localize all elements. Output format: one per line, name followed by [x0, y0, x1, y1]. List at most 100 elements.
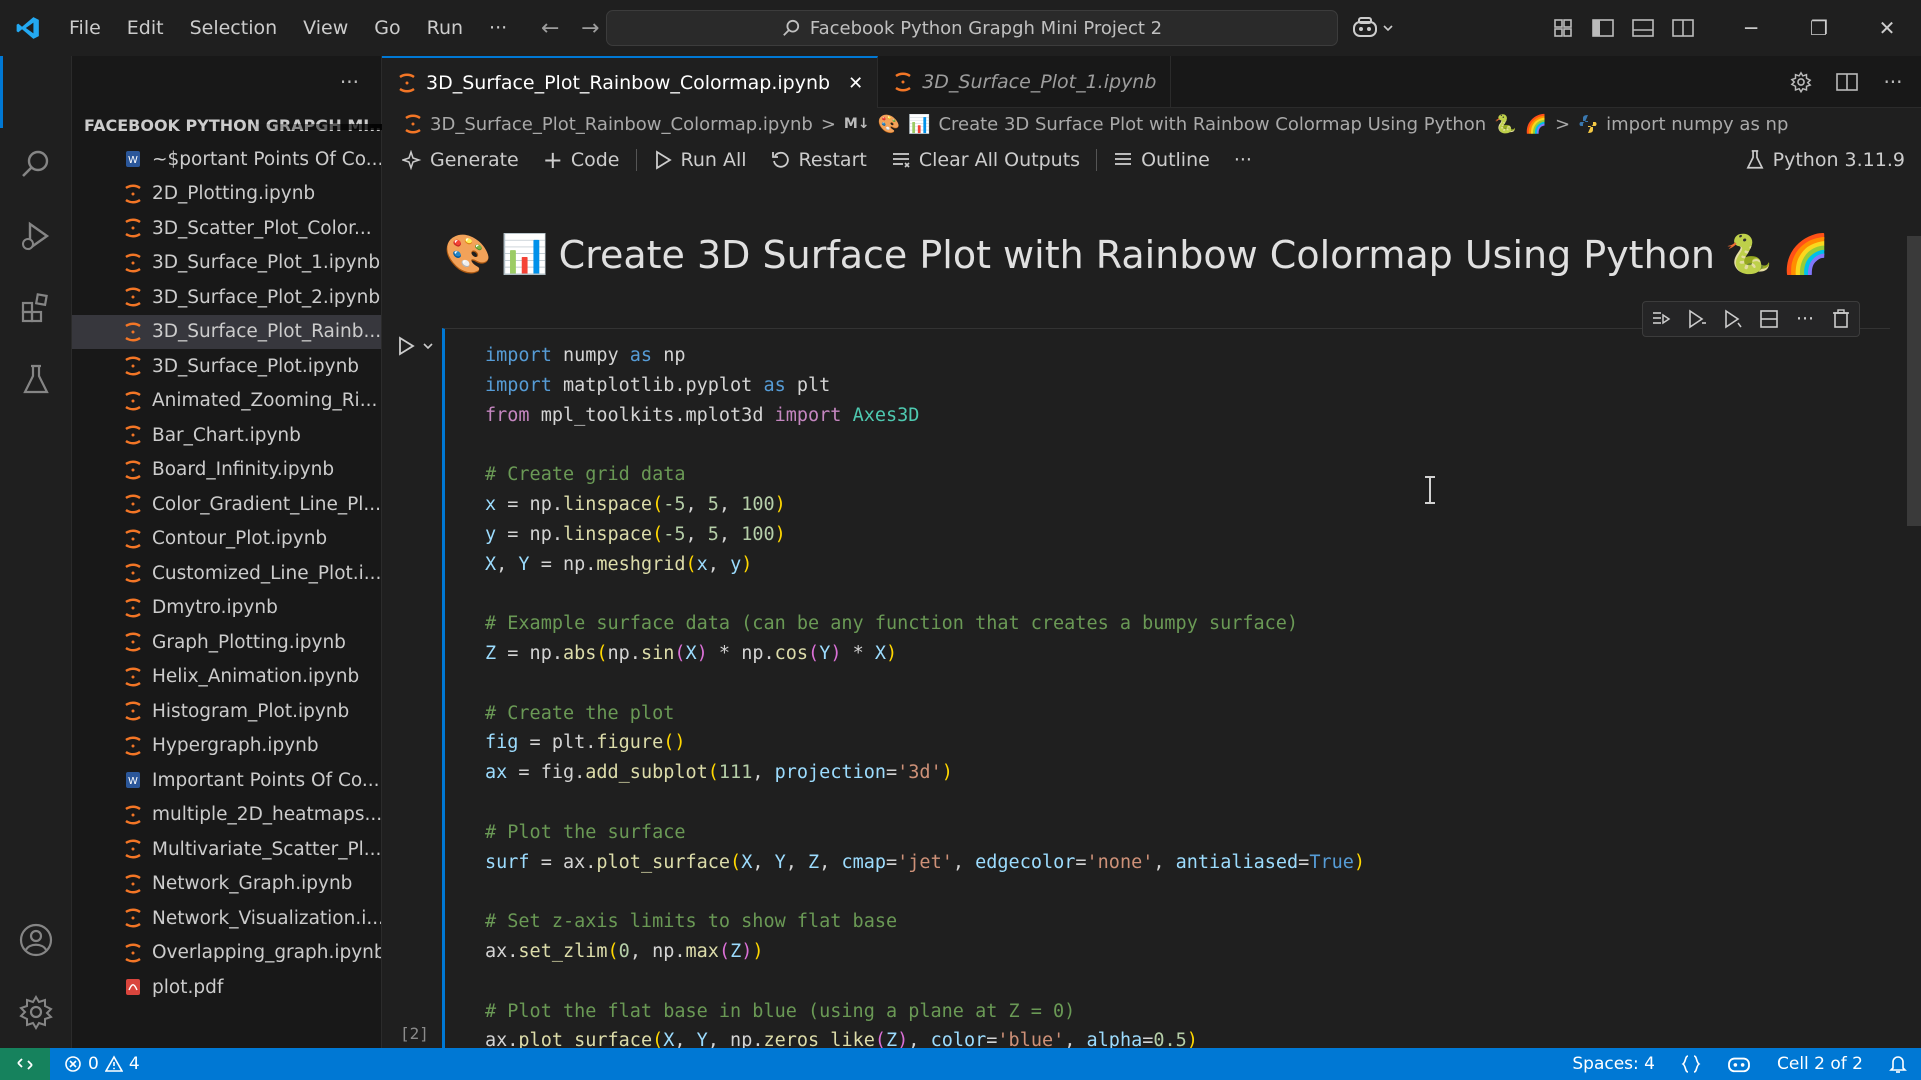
forward-arrow-icon[interactable]: → [570, 16, 610, 41]
braces-icon[interactable] [1681, 1054, 1701, 1074]
file-item[interactable]: Histogram_Plot.ipynb [72, 694, 381, 729]
run-debug-button[interactable] [0, 200, 72, 272]
notebook-icon [124, 425, 142, 445]
file-item[interactable]: Network_Graph.ipynb [72, 867, 381, 902]
file-item[interactable]: Dmytro.ipynb [72, 591, 381, 626]
file-item[interactable]: W Important Points Of Co... [72, 763, 381, 798]
code-token: , [718, 493, 742, 515]
toggle-panel-icon[interactable] [1623, 0, 1663, 56]
outline-label: Outline [1141, 149, 1210, 171]
restart-button[interactable]: Restart [759, 140, 879, 180]
back-arrow-icon[interactable]: ← [530, 16, 570, 41]
code-token: = fig. [507, 762, 586, 784]
menu-item[interactable]: ··· [476, 0, 520, 56]
extensions-button[interactable] [0, 272, 72, 344]
explorer-button[interactable] [0, 56, 72, 128]
tab-surface-plot-1[interactable]: 3D_Surface_Plot_1.ipynb [878, 56, 1172, 108]
file-item[interactable]: Bar_Chart.ipynb [72, 418, 381, 453]
cell-position-status[interactable]: Cell 2 of 2 [1777, 1054, 1863, 1074]
file-item[interactable]: Helix_Animation.ipynb [72, 660, 381, 695]
menu-item[interactable]: Run [414, 0, 476, 56]
snake-emoji-icon: 🐍 [1725, 232, 1773, 276]
tab-rainbow-colormap[interactable]: 3D_Surface_Plot_Rainbow_Colormap.ipynb ✕ [382, 56, 879, 108]
toolbar-more-button[interactable]: ··· [1222, 140, 1264, 180]
remote-indicator-button[interactable] [0, 1048, 50, 1080]
code-cell[interactable]: ··· import numpy as np import matplotlib.… [442, 301, 1890, 1068]
manage-button[interactable] [0, 976, 72, 1048]
split-editor-button[interactable] [1827, 54, 1867, 110]
file-item[interactable]: Graph_Plotting.ipynb [72, 625, 381, 660]
file-item[interactable]: multiple_2D_heatmaps.... [72, 798, 381, 833]
menu-item[interactable]: View [290, 0, 361, 56]
run-cell-button[interactable] [396, 336, 434, 356]
split-cell-button[interactable] [1751, 302, 1787, 336]
kernel-picker[interactable]: Python 3.11.9 [1745, 140, 1905, 180]
file-item[interactable]: Hypergraph.ipynb [72, 729, 381, 764]
restore-button[interactable]: ❐ [1785, 0, 1853, 56]
file-item[interactable]: 3D_Surface_Plot_Rainb... [72, 314, 381, 349]
file-item[interactable]: 3D_Surface_Plot_2.ipynb [72, 280, 381, 315]
file-item[interactable]: plot.pdf [72, 970, 381, 1005]
menu-item[interactable]: Edit [114, 0, 177, 56]
file-item[interactable]: Overlapping_graph.ipynb [72, 936, 381, 971]
breadcrumb-file[interactable]: 3D_Surface_Plot_Rainbow_Colormap.ipynb [430, 114, 813, 135]
file-item[interactable]: Contour_Plot.ipynb [72, 522, 381, 557]
breadcrumb-symbol[interactable]: import numpy as np [1606, 114, 1788, 135]
file-item[interactable]: Board_Infinity.ipynb [72, 453, 381, 488]
file-item[interactable]: 3D_Scatter_Plot_Color... [72, 211, 381, 246]
clear-outputs-button[interactable]: Clear All Outputs [879, 140, 1092, 180]
file-item[interactable]: Network_Visualization.i... [72, 901, 381, 936]
file-item[interactable]: Customized_Line_Plot.i... [72, 556, 381, 591]
code-token: , [752, 851, 775, 873]
toggle-primary-sidebar-icon[interactable] [1583, 0, 1623, 56]
code-token: -5 [663, 523, 686, 545]
execute-cell-and-below-button[interactable] [1715, 302, 1751, 336]
copilot-button[interactable] [1352, 0, 1394, 56]
file-item[interactable]: Color_Gradient_Line_Pl... [72, 487, 381, 522]
outline-button[interactable]: Outline [1101, 140, 1222, 180]
testing-button[interactable] [0, 344, 72, 416]
file-item[interactable]: W ~$portant Points Of Co... [72, 142, 381, 177]
chevron-down-icon [423, 343, 433, 350]
word-document-icon: W [124, 770, 142, 790]
code-editor[interactable]: import numpy as np import matplotlib.pypl… [485, 341, 1365, 1056]
delete-cell-button[interactable] [1823, 302, 1859, 336]
run-above-button[interactable] [1643, 302, 1679, 336]
notebook-settings-button[interactable] [1781, 54, 1821, 110]
file-item[interactable]: 3D_Surface_Plot_1.ipynb [72, 246, 381, 281]
bell-icon[interactable] [1889, 1054, 1907, 1074]
indentation-status[interactable]: Spaces: 4 [1572, 1054, 1655, 1074]
file-item[interactable]: 2D_Plotting.ipynb [72, 177, 381, 212]
file-item[interactable]: Animated_Zooming_Ri... [72, 384, 381, 419]
execute-below-button[interactable] [1679, 302, 1715, 336]
editor-scrollbar[interactable] [1907, 236, 1921, 526]
search-button[interactable] [0, 128, 72, 200]
markdown-heading[interactable]: 🎨 📊 Create 3D Surface Plot with Rainbow … [444, 232, 1830, 277]
customize-layout-icon[interactable] [1543, 0, 1583, 56]
close-window-button[interactable]: ✕ [1853, 0, 1921, 56]
minimize-button[interactable]: ─ [1717, 0, 1785, 56]
generate-button[interactable]: Generate [390, 140, 531, 180]
breadcrumb-heading[interactable]: Create 3D Surface Plot with Rainbow Colo… [938, 114, 1486, 135]
menu-item[interactable]: Go [361, 0, 413, 56]
menu-item[interactable]: Selection [177, 0, 291, 56]
chevron-down-icon [1383, 25, 1393, 32]
code-token: 5 [707, 493, 719, 515]
accounts-button[interactable] [0, 904, 72, 976]
file-item[interactable]: Multivariate_Scatter_Pl... [72, 832, 381, 867]
code-token: Y [774, 851, 786, 873]
run-all-button[interactable]: Run All [641, 140, 759, 180]
menu-item[interactable]: File [56, 0, 114, 56]
notebook-icon [124, 701, 142, 721]
sidebar-more-button[interactable]: ··· [340, 70, 359, 94]
add-code-cell-button[interactable]: + Code [531, 140, 632, 180]
editor-more-button[interactable]: ··· [1873, 54, 1913, 110]
problems-button[interactable]: 0 4 [50, 1054, 140, 1074]
file-item[interactable]: 3D_Surface_Plot.ipynb [72, 349, 381, 384]
command-center-search[interactable]: Facebook Python Grapgh Mini Project 2 [606, 10, 1338, 46]
toggle-secondary-sidebar-icon[interactable] [1663, 0, 1703, 56]
copilot-icon[interactable] [1727, 1054, 1751, 1074]
close-tab-icon[interactable]: ✕ [848, 73, 863, 94]
cell-more-button[interactable]: ··· [1787, 302, 1823, 336]
vscode-logo-icon[interactable] [0, 0, 56, 56]
